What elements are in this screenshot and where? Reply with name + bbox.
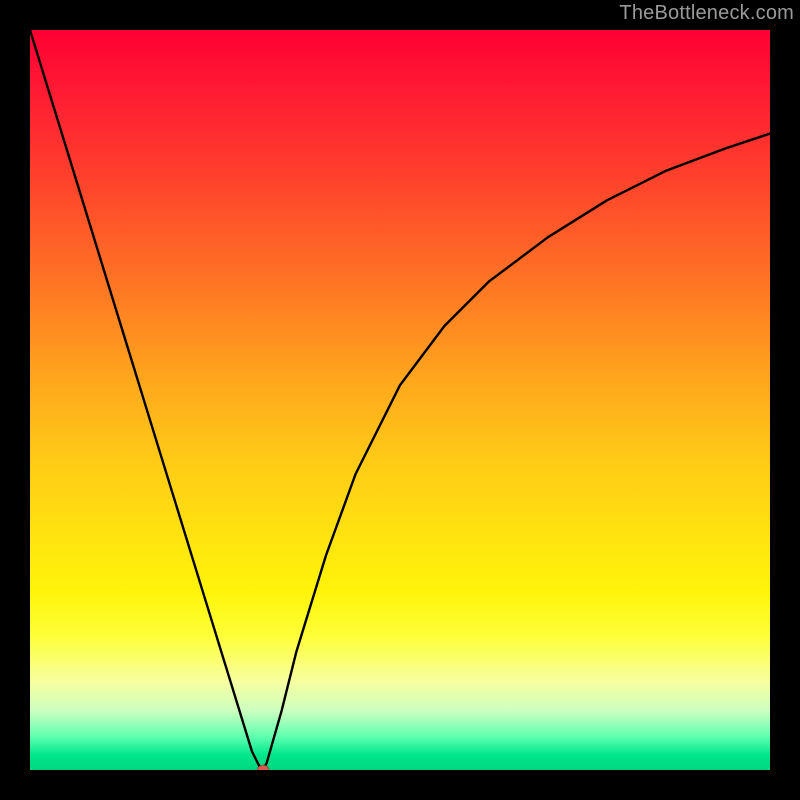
chart-frame: TheBottleneck.com (0, 0, 800, 800)
plot-area (30, 30, 770, 770)
bottleneck-curve-line (30, 30, 770, 770)
watermark-text: TheBottleneck.com (619, 2, 794, 25)
chart-svg (30, 30, 770, 770)
